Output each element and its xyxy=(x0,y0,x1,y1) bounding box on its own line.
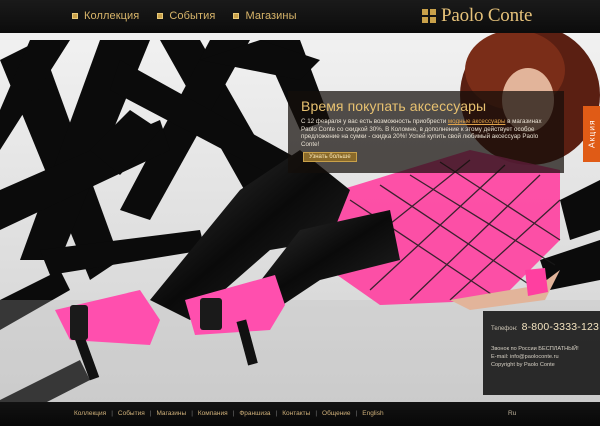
promo-box: Время покупать аксессуары С 12 февраля у… xyxy=(288,91,564,173)
top-nav: Коллекция События Магазины xyxy=(72,10,297,22)
footer-link-english[interactable]: English xyxy=(362,410,383,417)
footer-nav: Коллекция | События | Магазины | Компани… xyxy=(74,410,384,417)
copyright-text: Copyright by Paolo Conte xyxy=(491,362,555,368)
top-nav-item-events[interactable]: События xyxy=(157,10,215,22)
brand-logo[interactable]: Paolo Conte xyxy=(422,5,532,27)
footer-separator: | xyxy=(232,410,235,417)
free-call-text: Звонок по России БЕСПЛАТНЫЙ! xyxy=(491,346,579,352)
footer-separator: | xyxy=(191,410,193,417)
top-nav-label: События xyxy=(169,10,216,22)
footer-link-company[interactable]: Компания xyxy=(198,410,228,417)
top-nav-item-stores[interactable]: Магазины xyxy=(233,10,297,22)
promo-title: Время покупать аксессуары xyxy=(301,98,487,114)
email-text[interactable]: E-mail: info@paoloconte.ru xyxy=(491,353,600,361)
footer-link-contacts[interactable]: Контакты xyxy=(282,410,310,417)
promo-link[interactable]: модные аксессуары xyxy=(448,118,506,125)
top-nav-label: Коллекция xyxy=(84,10,140,22)
phone-number: 8-800-3333-123 xyxy=(521,321,600,333)
bullet-square-icon xyxy=(157,13,164,19)
top-nav-item-collection[interactable]: Коллекция xyxy=(72,10,139,22)
top-nav-label: Магазины xyxy=(245,10,297,22)
footer-link-stores[interactable]: Магазины xyxy=(156,410,186,417)
footer-separator: | xyxy=(315,410,318,417)
promo-side-tab[interactable]: Акция xyxy=(583,106,600,162)
footer-bar: Коллекция | События | Магазины | Компани… xyxy=(0,402,600,426)
phone-label: Телефон: xyxy=(491,326,518,332)
learn-more-button[interactable]: Узнать больше xyxy=(303,152,357,162)
top-nav-bar: Коллекция События Магазины Paolo Conte xyxy=(0,0,600,33)
footer-separator: | xyxy=(149,410,152,417)
promo-text-part: С 12 февраля у вас есть возможность прио… xyxy=(301,118,448,125)
footer-separator: | xyxy=(355,410,358,417)
footer-link-community[interactable]: Общение xyxy=(322,410,351,417)
bullet-square-icon xyxy=(72,13,78,19)
promo-text: С 12 февраля у вас есть возможность прио… xyxy=(301,118,554,148)
footer-link-franchise[interactable]: Франшиза xyxy=(239,410,270,417)
language-switch[interactable]: Ru xyxy=(508,410,516,417)
phone-line: Телефон: 8-800-3333-123 xyxy=(491,321,600,333)
logo-text: Paolo Conte xyxy=(441,5,533,26)
footer-separator: | xyxy=(275,410,278,417)
footer-link-events[interactable]: События xyxy=(118,410,145,417)
footer-separator: | xyxy=(111,410,113,417)
contact-box: Телефон: 8-800-3333-123 Звонок по России… xyxy=(483,311,600,395)
footer-link-collection[interactable]: Коллекция xyxy=(74,410,106,417)
bullet-square-icon xyxy=(233,13,240,19)
logo-mark-icon xyxy=(422,9,436,23)
